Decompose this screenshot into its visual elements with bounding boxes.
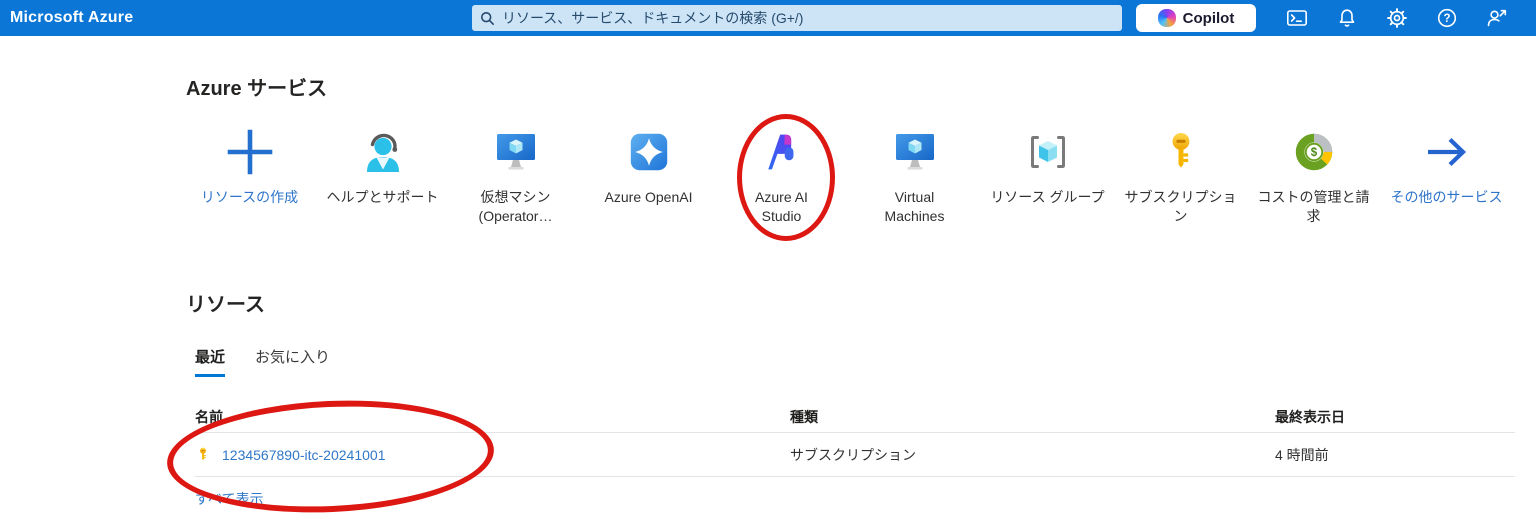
copilot-button[interactable]: Copilot (1136, 4, 1256, 32)
plus-icon (226, 125, 274, 179)
resource-name-link[interactable]: 1234567890-itc-20241001 (222, 447, 385, 463)
service-help-support[interactable]: ヘルプとサポート (316, 120, 449, 226)
virtual-machine-icon (891, 125, 939, 179)
service-label: ヘルプとサポート (327, 188, 439, 207)
azure-brand-logo[interactable]: Microsoft Azure (10, 0, 133, 36)
key-icon (1159, 125, 1203, 179)
services-heading: Azure サービス (186, 72, 327, 101)
resource-type-cell: サブスクリプション (790, 445, 1275, 465)
svg-text:?: ? (1443, 13, 1450, 25)
topbar-icon-strip: ? (1272, 0, 1522, 36)
service-label: リソース グループ (990, 188, 1104, 207)
ai-studio-icon (760, 125, 804, 179)
cloud-shell-icon[interactable] (1272, 0, 1322, 36)
column-header-type: 種類 (790, 407, 1275, 427)
settings-gear-icon[interactable] (1372, 0, 1422, 36)
copilot-label: Copilot (1183, 10, 1235, 27)
service-label: Virtual Machines (878, 188, 952, 226)
services-row: リソースの作成 ヘルプとサポート 仮想マシン (Operato (183, 120, 1513, 226)
service-label: リソースの作成 (201, 188, 298, 207)
table-row[interactable]: 1234567890-itc-20241001 サブスクリプション 4 時間前 (195, 433, 1515, 477)
topbar: Microsoft Azure Copilot (0, 0, 1536, 36)
resources-heading: リソース (186, 288, 265, 317)
notifications-bell-icon[interactable] (1322, 0, 1372, 36)
copilot-logo-icon (1158, 9, 1176, 27)
resource-group-icon (1024, 125, 1072, 179)
resources-tabs: 最近 お気に入り (195, 346, 330, 377)
search-icon (480, 11, 495, 26)
help-support-icon (359, 125, 407, 179)
service-label: サブスクリプション (1123, 188, 1239, 226)
service-create-resource[interactable]: リソースの作成 (183, 120, 316, 226)
feedback-icon[interactable] (1472, 0, 1522, 36)
service-cost-management[interactable]: $ コストの管理と請求 (1247, 120, 1380, 226)
service-label: Azure AI Studio (745, 188, 819, 226)
arrow-right-icon (1423, 125, 1471, 179)
service-label: 仮想マシン (Operator… (458, 188, 574, 226)
resource-name-cell: 1234567890-itc-20241001 (195, 445, 790, 464)
resources-table: 名前 種類 最終表示日 1234567890-itc-20241001 サブスク… (195, 402, 1515, 509)
service-azure-openai[interactable]: Azure OpenAI (582, 120, 715, 226)
virtual-machine-icon (492, 125, 540, 179)
service-label: その他のサービス (1391, 188, 1503, 207)
service-azure-ai-studio[interactable]: Azure AI Studio (715, 120, 848, 226)
service-label: コストの管理と請求 (1256, 188, 1372, 226)
global-search[interactable] (472, 5, 1122, 31)
service-vm-operator[interactable]: 仮想マシン (Operator… (449, 120, 582, 226)
service-subscriptions[interactable]: サブスクリプション (1114, 120, 1247, 226)
column-header-name: 名前 (195, 407, 790, 427)
service-resource-groups[interactable]: リソース グループ (981, 120, 1114, 226)
key-icon (195, 445, 211, 464)
resource-last-viewed-cell: 4 時間前 (1275, 445, 1515, 465)
azure-openai-icon (626, 125, 672, 179)
search-input[interactable] (502, 10, 1114, 26)
table-header-row: 名前 種類 最終表示日 (195, 402, 1515, 433)
service-virtual-machines[interactable]: Virtual Machines (848, 120, 981, 226)
cost-management-icon: $ (1291, 125, 1337, 179)
tab-recent[interactable]: 最近 (195, 346, 225, 377)
show-all-link[interactable]: すべて表示 (195, 489, 263, 509)
service-more-services[interactable]: その他のサービス (1380, 120, 1513, 226)
help-icon[interactable]: ? (1422, 0, 1472, 36)
tab-favorites[interactable]: お気に入り (255, 346, 330, 377)
column-header-last-viewed: 最終表示日 (1275, 407, 1515, 427)
svg-text:$: $ (1310, 147, 1317, 159)
service-label: Azure OpenAI (605, 188, 693, 207)
